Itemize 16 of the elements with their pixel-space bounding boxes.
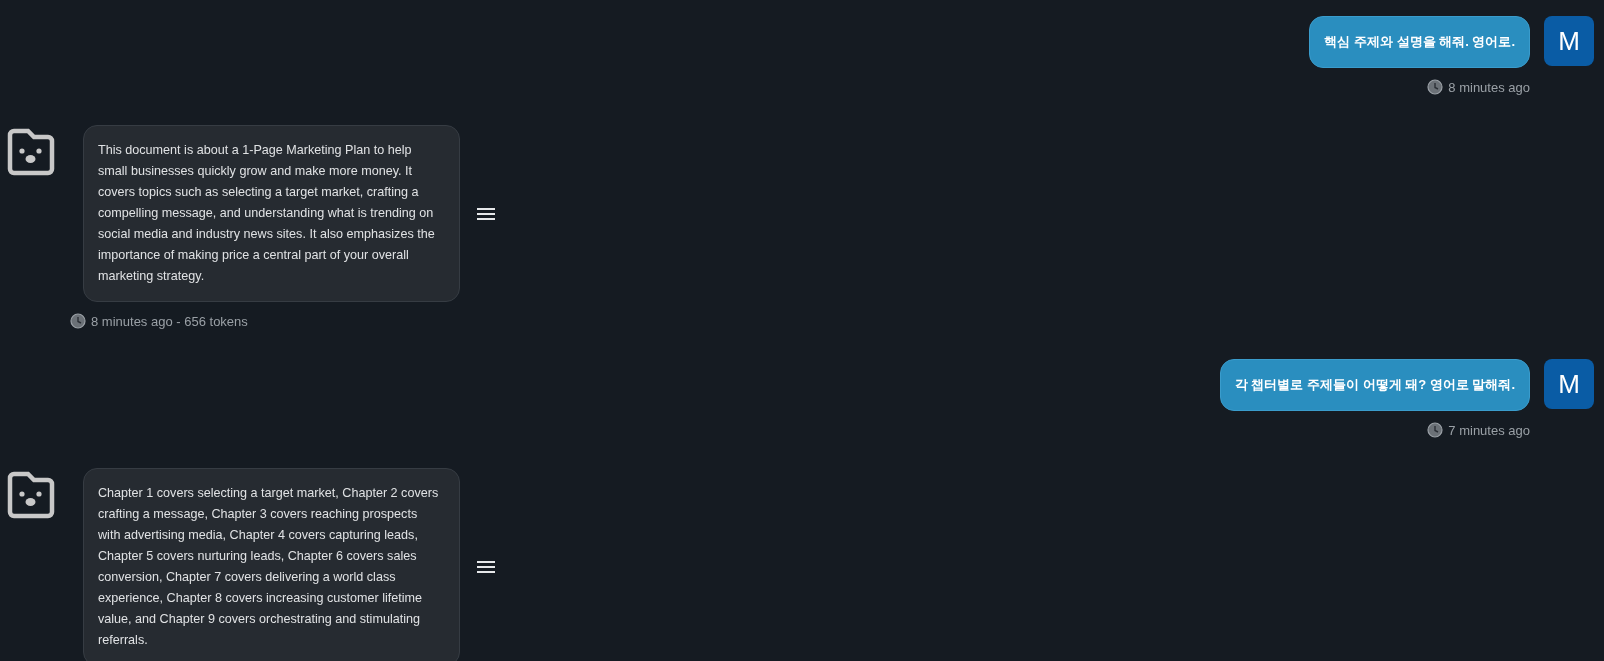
timestamp: 8 minutes ago bbox=[1448, 79, 1530, 95]
bot-avatar-icon bbox=[6, 470, 56, 520]
clock-icon bbox=[1427, 422, 1444, 438]
clock-icon bbox=[70, 313, 86, 329]
assistant-message: This document is about a 1-Page Marketing Plan to help small businesses quickly grow and make more money. It covers topics such as selecting a target market, crafting a compelling message, and understanding what is trending on social media and industry news sites. It also emphasizes the importance of making price a central part of your overall marketing strategy. bbox=[83, 125, 460, 302]
user-message: 핵심 주제와 설명을 해줘. 영어로. bbox=[1309, 16, 1530, 68]
timestamp: 8 minutes ago - 656 tokens bbox=[91, 313, 248, 329]
user-avatar: M bbox=[1544, 16, 1594, 66]
user-message: 각 챕터별로 주제들이 어떻게 돼? 영어로 말해줘. bbox=[1219, 359, 1530, 411]
menu-icon[interactable] bbox=[476, 560, 496, 574]
menu-icon[interactable] bbox=[476, 206, 496, 221]
user-avatar: M bbox=[1544, 359, 1594, 409]
bot-avatar-icon bbox=[6, 127, 56, 177]
timestamp: 7 minutes ago bbox=[1448, 422, 1530, 438]
assistant-message: Chapter 1 covers selecting a target market, Chapter 2 covers crafting a message, Chapter 3 covers reaching prospects with advertising media, Chapter 4 covers capturing leads, Chapter 5 covers nurturing leads, Chapter 6 covers sales conversion, Chapter 7 covers delivering a world class experience, Chapter 8 covers increasing customer lifetime value, and Chapter 9 covers orchestrating and stimulating referrals. bbox=[83, 468, 460, 661]
clock-icon bbox=[1427, 79, 1444, 95]
